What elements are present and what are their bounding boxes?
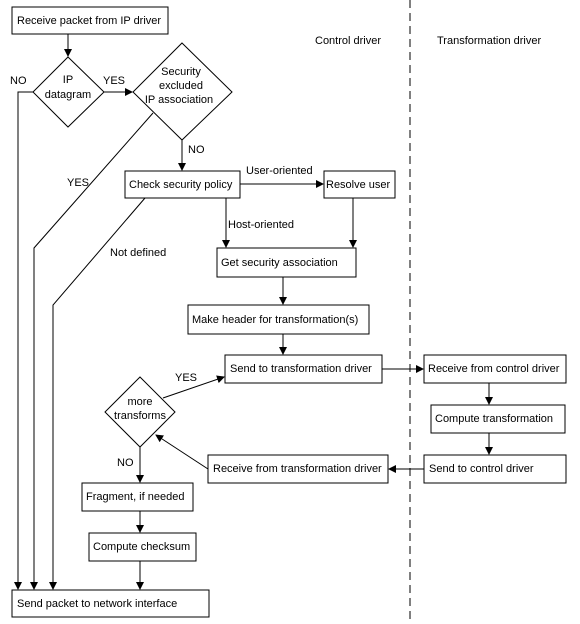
node-receive-from-transform-label: Receive from transformation driver bbox=[213, 463, 382, 475]
node-checksum: Compute checksum bbox=[88, 532, 197, 562]
decision-security-excluded-line3: IP association bbox=[145, 94, 213, 106]
label-host-oriented: Host-oriented bbox=[228, 219, 294, 231]
node-resolve-user-label: Resolve user bbox=[326, 179, 391, 191]
label-excluded-no: NO bbox=[188, 144, 205, 156]
node-resolve-user: Resolve user bbox=[323, 170, 396, 199]
node-make-header-label: Make header for transformation(s) bbox=[192, 314, 358, 326]
label-excluded-yes: YES bbox=[67, 177, 89, 189]
node-make-header: Make header for transformation(s) bbox=[187, 304, 370, 335]
label-not-defined: Not defined bbox=[110, 247, 166, 259]
node-receive-packet-label: Receive packet from IP driver bbox=[17, 15, 161, 27]
edge-ip-no bbox=[14, 91, 33, 590]
decision-ip-datagram-line2: datagram bbox=[45, 89, 91, 101]
node-send-packet: Send packet to network interface bbox=[11, 589, 210, 618]
decision-more-transforms-line2: transforms bbox=[114, 410, 166, 422]
node-receive-from-control-label: Receive from control driver bbox=[428, 363, 560, 375]
node-compute-transformation-label: Compute transformation bbox=[435, 413, 553, 425]
decision-ip-datagram-line1: IP bbox=[63, 74, 73, 86]
node-send-to-transform-label: Send to transformation driver bbox=[230, 363, 372, 375]
lane-label-transformation: Transformation driver bbox=[437, 35, 541, 47]
decision-more-transforms-line1: more bbox=[127, 396, 152, 408]
decision-security-excluded-line1: Security bbox=[161, 66, 201, 78]
node-compute-transformation: Compute transformation bbox=[430, 404, 566, 434]
node-receive-from-transform: Receive from transformation driver bbox=[207, 454, 389, 484]
node-receive-from-control: Receive from control driver bbox=[423, 354, 567, 384]
node-fragment-label: Fragment, if needed bbox=[86, 491, 184, 503]
node-send-to-control-label: Send to control driver bbox=[429, 463, 534, 475]
label-ip-no: NO bbox=[10, 75, 27, 87]
node-get-sa-label: Get security association bbox=[221, 257, 338, 269]
node-check-policy-label: Check security policy bbox=[129, 179, 233, 191]
lane-label-control: Control driver bbox=[315, 35, 381, 47]
node-check-policy: Check security policy bbox=[124, 170, 241, 199]
node-checksum-label: Compute checksum bbox=[93, 541, 190, 553]
node-get-sa: Get security association bbox=[216, 247, 357, 278]
decision-security-excluded: Security excluded IP association bbox=[132, 42, 233, 141]
label-ip-yes: YES bbox=[103, 75, 125, 87]
node-send-packet-label: Send packet to network interface bbox=[17, 598, 177, 610]
node-fragment: Fragment, if needed bbox=[81, 482, 194, 512]
node-send-to-control: Send to control driver bbox=[423, 454, 567, 484]
decision-more-transforms: more transforms bbox=[104, 376, 176, 448]
label-user-oriented: User-oriented bbox=[246, 165, 313, 177]
edge-receive-to-more bbox=[155, 434, 209, 470]
decision-ip-datagram: IP datagram bbox=[32, 56, 105, 128]
label-more-no: NO bbox=[117, 457, 134, 469]
node-receive-packet: Receive packet from IP driver bbox=[11, 6, 169, 35]
decision-security-excluded-line2: excluded bbox=[159, 80, 203, 92]
flowchart-canvas: Control driver Transformation driver NO … bbox=[10, 0, 567, 624]
node-send-to-transform: Send to transformation driver bbox=[224, 354, 383, 384]
label-more-yes: YES bbox=[175, 372, 197, 384]
flowchart: Control driver Transformation driver NO … bbox=[0, 0, 580, 624]
